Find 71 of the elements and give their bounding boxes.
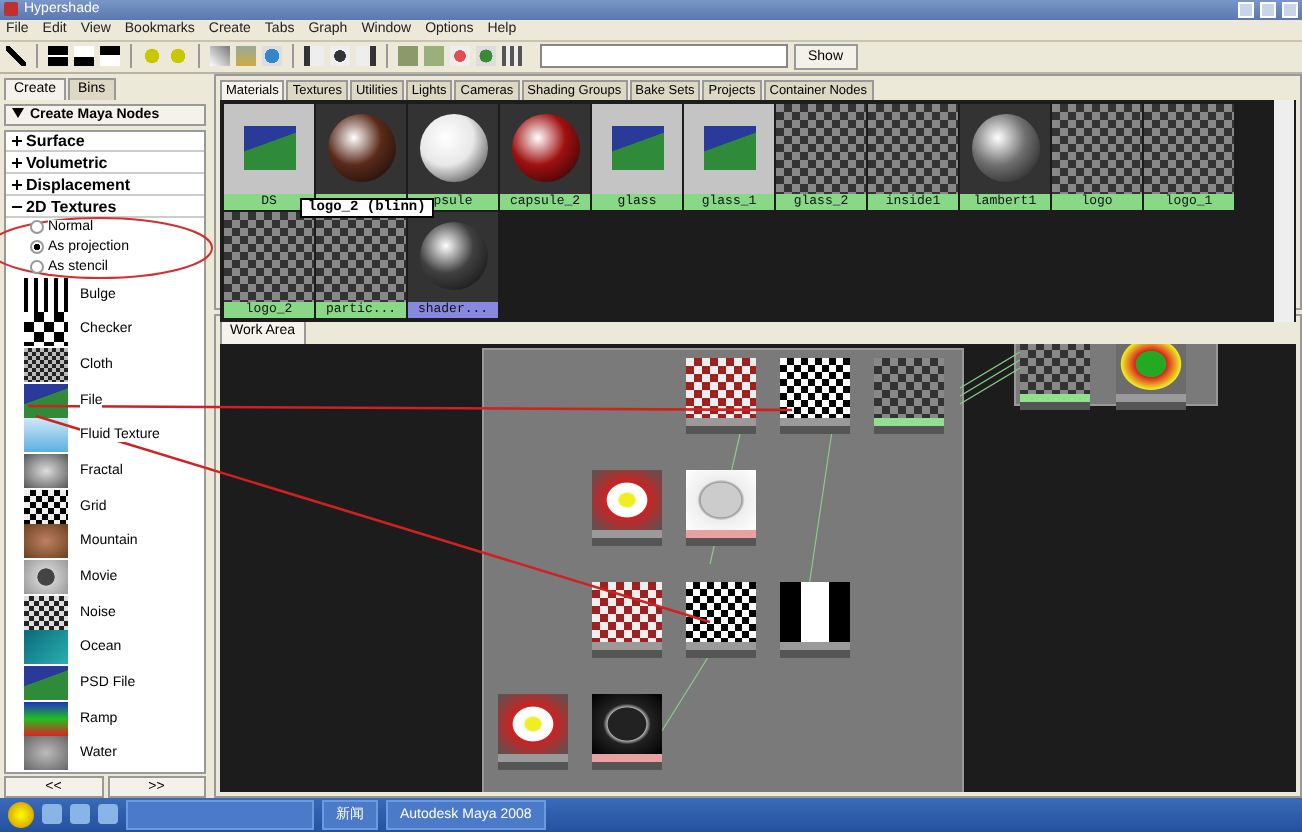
minimize-button[interactable] xyxy=(1238,1,1254,18)
material-swatch[interactable] xyxy=(408,103,498,194)
close-button[interactable] xyxy=(1282,1,1298,18)
shading-node[interactable] xyxy=(780,581,850,658)
texture-thumbnail[interactable] xyxy=(24,348,68,383)
node-icon[interactable] xyxy=(476,46,496,67)
section-label[interactable]: Displacement xyxy=(26,175,131,194)
texture-thumbnail[interactable] xyxy=(24,312,68,347)
section-label[interactable]: 2D Textures xyxy=(26,197,117,215)
shading-node[interactable] xyxy=(592,693,662,770)
app-icon xyxy=(4,2,18,17)
texture-thumbnail[interactable] xyxy=(24,595,68,630)
texture-thumbnail[interactable] xyxy=(24,489,68,524)
collapsed-icon[interactable] xyxy=(12,132,22,151)
material-swatch[interactable] xyxy=(868,103,958,194)
material-swatch[interactable] xyxy=(408,211,498,302)
material-swatch[interactable] xyxy=(776,103,866,194)
texture-thumbnail[interactable] xyxy=(24,630,68,665)
texture-thumbnail[interactable] xyxy=(24,277,68,312)
shading-node[interactable] xyxy=(592,581,662,658)
radio-button[interactable] xyxy=(30,240,44,255)
layout-icon[interactable] xyxy=(100,46,120,67)
material-swatch[interactable] xyxy=(684,103,774,194)
maximize-button[interactable] xyxy=(1260,1,1276,18)
shading-node[interactable] xyxy=(780,357,850,434)
connection-line xyxy=(959,350,1021,404)
layout-icon[interactable] xyxy=(48,46,68,67)
texture-thumbnail[interactable] xyxy=(24,454,68,489)
shading-node[interactable] xyxy=(686,357,756,434)
material-swatch[interactable] xyxy=(224,211,314,302)
quick-launch-icon[interactable] xyxy=(98,804,118,825)
connection-line xyxy=(659,652,711,734)
scrollbar[interactable] xyxy=(1274,99,1294,322)
shading-node[interactable] xyxy=(686,469,756,546)
shading-node[interactable] xyxy=(686,581,756,658)
material-swatch[interactable] xyxy=(592,103,682,194)
texture-thumbnail[interactable] xyxy=(24,666,68,701)
section-label[interactable]: Surface xyxy=(26,132,85,151)
shading-node[interactable] xyxy=(874,357,944,434)
material-swatch[interactable] xyxy=(500,103,590,194)
material-swatch[interactable] xyxy=(1052,103,1142,194)
collapsed-icon[interactable] xyxy=(12,153,22,172)
radio-button[interactable] xyxy=(30,259,44,274)
start-button[interactable] xyxy=(8,801,34,828)
graph-icon[interactable] xyxy=(262,46,282,67)
material-swatch[interactable] xyxy=(1144,103,1234,194)
shading-node[interactable] xyxy=(1116,343,1186,410)
texture-thumbnail[interactable] xyxy=(24,736,68,771)
material-swatch[interactable] xyxy=(316,103,406,194)
shading-node[interactable] xyxy=(498,693,568,770)
node-icon[interactable] xyxy=(450,46,470,67)
material-swatch[interactable] xyxy=(224,103,314,194)
texture-thumbnail[interactable] xyxy=(24,701,68,736)
quick-launch-icon[interactable] xyxy=(70,804,90,825)
material-swatch[interactable] xyxy=(960,103,1050,194)
texture-thumbnail[interactable] xyxy=(24,524,68,559)
shading-node[interactable] xyxy=(592,469,662,546)
connection-icon[interactable] xyxy=(330,46,350,67)
shading-node[interactable] xyxy=(1020,343,1090,410)
node-icon[interactable] xyxy=(502,46,522,67)
section-label[interactable]: Volumetric xyxy=(26,153,108,172)
texture-thumbnail[interactable] xyxy=(24,418,68,453)
quick-launch-icon[interactable] xyxy=(42,804,62,825)
search-field[interactable] xyxy=(540,44,788,69)
layout-icon[interactable] xyxy=(74,46,94,67)
graph-icon[interactable] xyxy=(210,46,230,67)
texture-thumbnail[interactable] xyxy=(24,383,68,418)
texture-thumbnail[interactable] xyxy=(24,560,68,595)
radio-button[interactable] xyxy=(30,220,44,235)
collapsed-icon[interactable] xyxy=(12,175,22,194)
expanded-icon[interactable] xyxy=(12,107,24,122)
